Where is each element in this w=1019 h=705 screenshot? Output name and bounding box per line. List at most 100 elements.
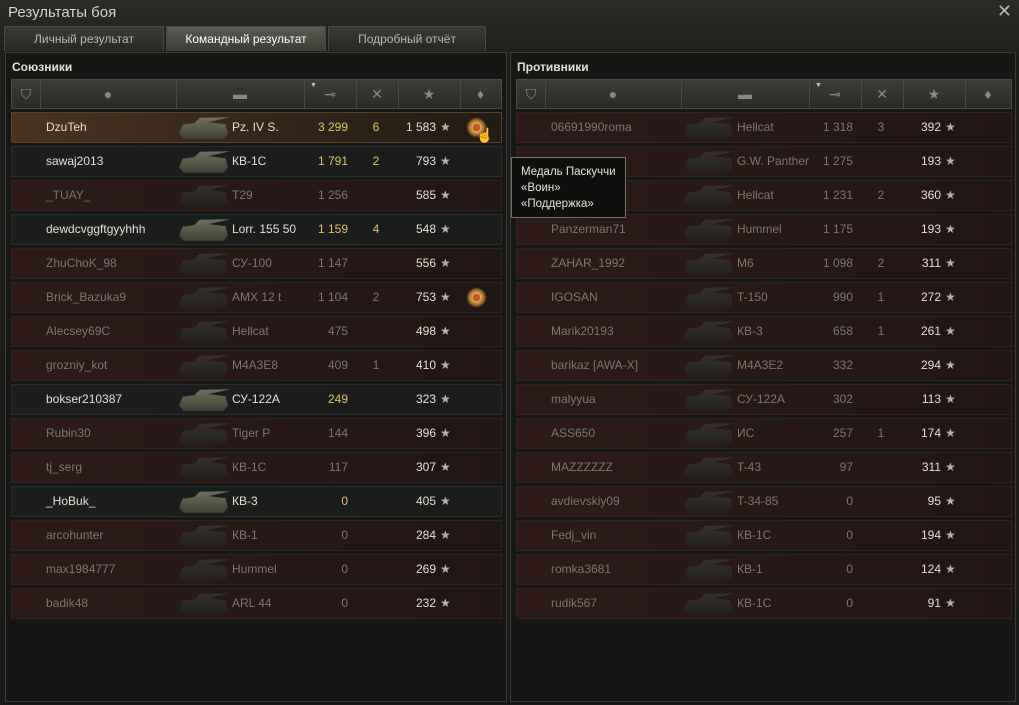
player-row[interactable]: _TUAY_ T29 1 256 585 ★ bbox=[11, 180, 502, 211]
player-row[interactable]: Marik20193 КВ-3 658 1 261 ★ bbox=[516, 316, 1012, 347]
tank-name: СУ-122А bbox=[232, 392, 280, 406]
damage-value: 475 bbox=[327, 324, 348, 338]
tank-name: M4A3E2 bbox=[737, 358, 784, 372]
xp-value: 95 bbox=[927, 494, 941, 508]
tank-icon bbox=[179, 253, 230, 275]
column-header-xp[interactable]: ★ bbox=[398, 80, 461, 108]
tank-name: КВ-1С bbox=[737, 528, 772, 542]
damage-value: 658 bbox=[832, 324, 853, 338]
player-row[interactable]: Rubin30 Tiger P 144 396 ★ bbox=[11, 418, 502, 449]
player-row[interactable]: avdievskiy09 T-34-85 0 95 ★ bbox=[516, 486, 1012, 517]
title-bar: Результаты боя ✕ bbox=[0, 0, 1019, 26]
close-icon[interactable]: ✕ bbox=[997, 1, 1012, 22]
player-row[interactable]: Alecsey69C Hellcat 475 498 ★ bbox=[11, 316, 502, 347]
xp-value: 194 bbox=[920, 528, 941, 542]
xp-value: 272 bbox=[920, 290, 941, 304]
player-name: barikaz [AWA-X] bbox=[551, 358, 639, 372]
column-header-damage[interactable]: ⊸ ▼ bbox=[809, 80, 862, 108]
tooltip-line: «Поддержка» bbox=[521, 198, 594, 210]
column-header-player[interactable]: ● bbox=[545, 80, 682, 108]
damage-value: 332 bbox=[832, 358, 853, 372]
column-header-frags[interactable]: ✕ bbox=[356, 80, 399, 108]
player-row[interactable]: max1984777 Hummel 0 269 ★ bbox=[11, 554, 502, 585]
player-row[interactable]: _HoBuk_ КВ-3 0 405 ★ bbox=[11, 486, 502, 517]
xp-star-icon: ★ bbox=[440, 120, 451, 134]
player-row[interactable]: grozniy_kot M4A3E8 409 1 410 ★ bbox=[11, 350, 502, 381]
player-row[interactable]: Brick_Bazuka9 AMX 12 t 1 104 2 753 ★ bbox=[11, 282, 502, 313]
xp-value: 311 bbox=[921, 460, 941, 474]
player-name: _TUAY_ bbox=[46, 188, 91, 202]
column-header-tank[interactable]: ▬ bbox=[681, 80, 810, 108]
column-header-medal[interactable]: ♦ bbox=[965, 80, 1011, 108]
frags-value bbox=[871, 351, 891, 380]
xp-star-icon: ★ bbox=[945, 324, 956, 338]
player-row[interactable]: sawaj2013 КВ-1С 1 791 2 793 ★ bbox=[11, 146, 502, 177]
column-header-player[interactable]: ● bbox=[40, 80, 177, 108]
frags-value bbox=[871, 453, 891, 482]
player-icon: ● bbox=[103, 86, 113, 102]
xp-star-icon: ★ bbox=[945, 392, 956, 406]
xp-value: 396 bbox=[415, 426, 436, 440]
xp-star-icon: ★ bbox=[945, 290, 956, 304]
column-header-medal[interactable]: ♦ bbox=[460, 80, 501, 108]
player-row[interactable]: arcohunter КВ-1 0 284 ★ bbox=[11, 520, 502, 551]
player-row[interactable]: romka3681 КВ-1 0 124 ★ bbox=[516, 554, 1012, 585]
damage-value: 3 299 bbox=[317, 120, 348, 134]
tank-icon bbox=[179, 355, 230, 377]
player-row[interactable]: IGOSAN T-150 990 1 272 ★ bbox=[516, 282, 1012, 313]
xp-value: 585 bbox=[415, 188, 436, 202]
player-row[interactable]: dewdcvggftgyyhhh Lorr. 155 50 1 159 4 548 ★ bbox=[11, 214, 502, 245]
tank-icon bbox=[179, 389, 230, 411]
column-header-xp[interactable]: ★ bbox=[903, 80, 966, 108]
frags-value bbox=[366, 453, 386, 482]
tank-icon bbox=[179, 321, 230, 343]
player-row[interactable]: MAZZZZZZ T-43 97 311 ★ bbox=[516, 452, 1012, 483]
player-row[interactable]: tj_serg КВ-1С 117 307 ★ bbox=[11, 452, 502, 483]
xp-star-icon: ★ bbox=[945, 528, 956, 542]
tank-name: ARL 44 bbox=[232, 596, 272, 610]
frags-value bbox=[871, 589, 891, 618]
tank-name: G.W. Panther bbox=[737, 154, 810, 168]
player-row[interactable]: ZAHAR_1992 M6 1 098 2 311 ★ bbox=[516, 248, 1012, 279]
column-header-squad[interactable]: ⛉ bbox=[517, 80, 546, 108]
tank-icon bbox=[684, 593, 735, 615]
tank-name: КВ-1 bbox=[232, 528, 258, 542]
player-name: MAZZZZZZ bbox=[551, 460, 613, 474]
player-row[interactable]: malyyua СУ-122А 302 113 ★ bbox=[516, 384, 1012, 415]
column-header-damage[interactable]: ⊸ ▼ bbox=[304, 80, 357, 108]
tab-detailed-report[interactable]: Подробный отчёт bbox=[328, 26, 486, 51]
tab-personal-result[interactable]: Личный результат bbox=[4, 26, 164, 51]
xp-star-icon: ★ bbox=[945, 494, 956, 508]
medal-icon[interactable] bbox=[468, 289, 485, 306]
allies-title: Союзники bbox=[12, 60, 73, 74]
player-row[interactable]: 06691990roma Hellcat 1 318 3 392 ★ bbox=[516, 112, 1012, 143]
player-row[interactable]: barikaz [AWA-X] M4A3E2 332 294 ★ bbox=[516, 350, 1012, 381]
damage-value: 0 bbox=[846, 596, 853, 610]
player-row[interactable]: ASS650 ИС 257 1 174 ★ bbox=[516, 418, 1012, 449]
tank-icon bbox=[684, 253, 735, 275]
player-name: IGOSAN bbox=[551, 290, 598, 304]
player-row[interactable]: Panzerman71 Hummel 1 175 193 ★ bbox=[516, 214, 1012, 245]
xp-star-icon: ★ bbox=[945, 222, 956, 236]
column-header-tank[interactable]: ▬ bbox=[176, 80, 305, 108]
player-row[interactable]: rudik567 КВ-1С 0 91 ★ bbox=[516, 588, 1012, 619]
xp-star-icon: ★ bbox=[440, 324, 451, 338]
frags-value bbox=[366, 555, 386, 584]
player-row[interactable]: badik48 ARL 44 0 232 ★ bbox=[11, 588, 502, 619]
tank-name: M6 bbox=[737, 256, 754, 270]
tab-team-result[interactable]: Командный результат bbox=[166, 26, 326, 51]
damage-value: 0 bbox=[341, 528, 348, 542]
frags-value: 1 bbox=[372, 358, 380, 372]
player-row[interactable]: Fedj_vin КВ-1С 0 194 ★ bbox=[516, 520, 1012, 551]
player-row[interactable]: bokser210387 СУ-122А 249 323 ★ bbox=[11, 384, 502, 415]
tank-icon bbox=[684, 321, 735, 343]
column-header-squad[interactable]: ⛉ bbox=[12, 80, 41, 108]
player-row[interactable]: ZhuChoK_98 СУ-100 1 147 556 ★ bbox=[11, 248, 502, 279]
player-name: sawaj2013 bbox=[46, 154, 104, 168]
player-name: _HoBuk_ bbox=[46, 494, 96, 508]
xp-value: 323 bbox=[415, 392, 436, 406]
damage-value: 1 175 bbox=[822, 222, 853, 236]
squad-icon: ⛉ bbox=[525, 86, 537, 102]
player-row[interactable]: DzuTeh Pz. IV S. 3 299 6 1 583 ★ bbox=[11, 112, 502, 143]
column-header-frags[interactable]: ✕ bbox=[861, 80, 904, 108]
